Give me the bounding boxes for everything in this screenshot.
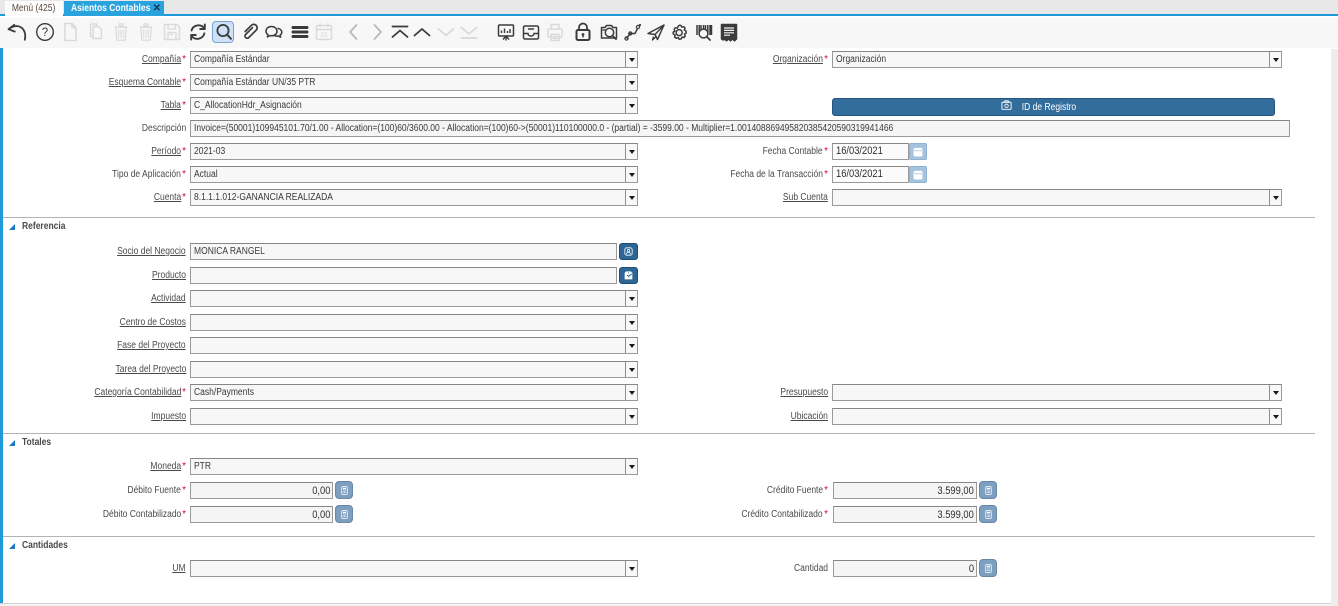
svg-text:31: 31 <box>320 32 328 39</box>
svg-text:?: ? <box>41 27 47 39</box>
